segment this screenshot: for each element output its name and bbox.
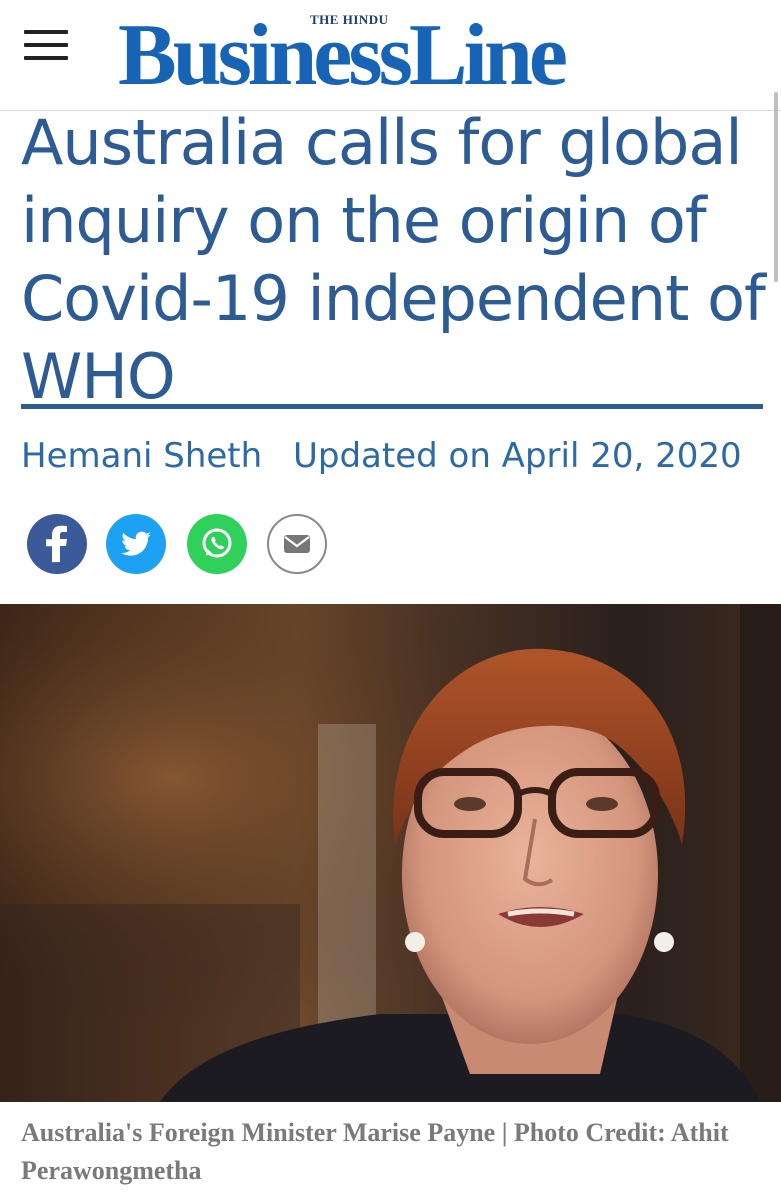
author-link[interactable]: Hemani Sheth	[21, 436, 262, 476]
photo-illustration	[0, 604, 781, 1102]
page-scrollbar[interactable]	[774, 92, 778, 282]
email-icon[interactable]	[267, 514, 327, 574]
twitter-icon[interactable]	[106, 514, 166, 574]
share-bar	[27, 514, 347, 576]
article-page: BusinessLine THE HINDU Australia calls f…	[0, 0, 781, 1200]
whatsapp-icon[interactable]	[187, 514, 247, 574]
headline-underline	[21, 404, 763, 409]
article-headline: Australia calls for global inquiry on th…	[21, 106, 766, 413]
hamburger-menu-icon[interactable]	[22, 28, 70, 62]
photo-caption: Australia's Foreign Minister Marise Payn…	[21, 1118, 729, 1185]
logo-tagline: THE HINDU	[310, 12, 389, 27]
article-photo	[0, 604, 781, 1102]
facebook-icon[interactable]	[27, 514, 87, 574]
byline: Hemani Sheth Updated on April 20, 2020	[21, 436, 766, 486]
updated-date: Updated on April 20, 2020	[293, 436, 742, 476]
site-logo[interactable]: BusinessLine THE HINDU	[118, 8, 678, 102]
site-header: BusinessLine THE HINDU	[0, 0, 781, 111]
